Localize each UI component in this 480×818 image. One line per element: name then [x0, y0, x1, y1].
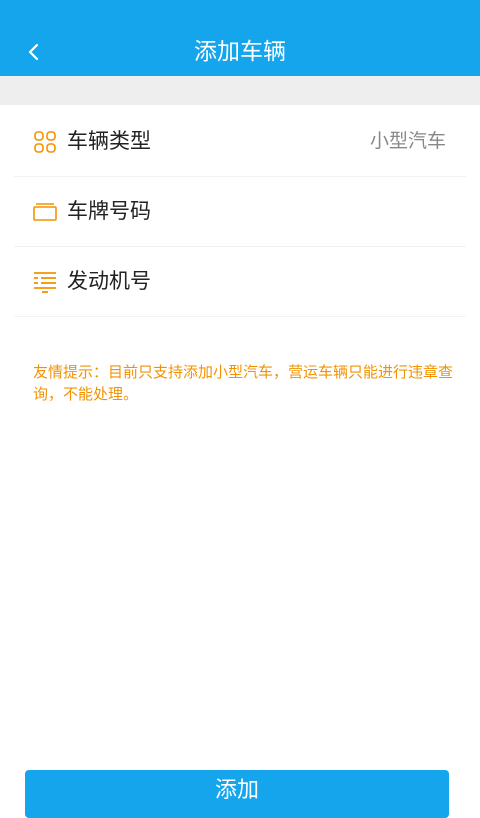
- app-header: 添加车辆: [0, 0, 480, 76]
- plate-number-row[interactable]: 车牌号码: [14, 177, 466, 247]
- engine-icon: [34, 272, 56, 293]
- engine-number-label: 发动机号: [67, 269, 151, 293]
- vehicle-type-row[interactable]: 车辆类型 小型汽车: [14, 107, 466, 177]
- grid-icon: [34, 131, 56, 153]
- vehicle-type-value: 小型汽车: [369, 130, 446, 152]
- notice-text: 友情提示：目前只支持添加小型汽车，营运车辆只能进行违章查询，不能处理。: [33, 363, 454, 403]
- add-button[interactable]: 添加: [25, 770, 449, 818]
- section-divider: [0, 76, 480, 105]
- page-title: 添加车辆: [194, 39, 286, 65]
- engine-number-row[interactable]: 发动机号: [14, 247, 466, 317]
- card-icon: [33, 203, 57, 221]
- vehicle-type-label: 车辆类型: [67, 129, 151, 153]
- plate-number-label: 车牌号码: [67, 199, 151, 223]
